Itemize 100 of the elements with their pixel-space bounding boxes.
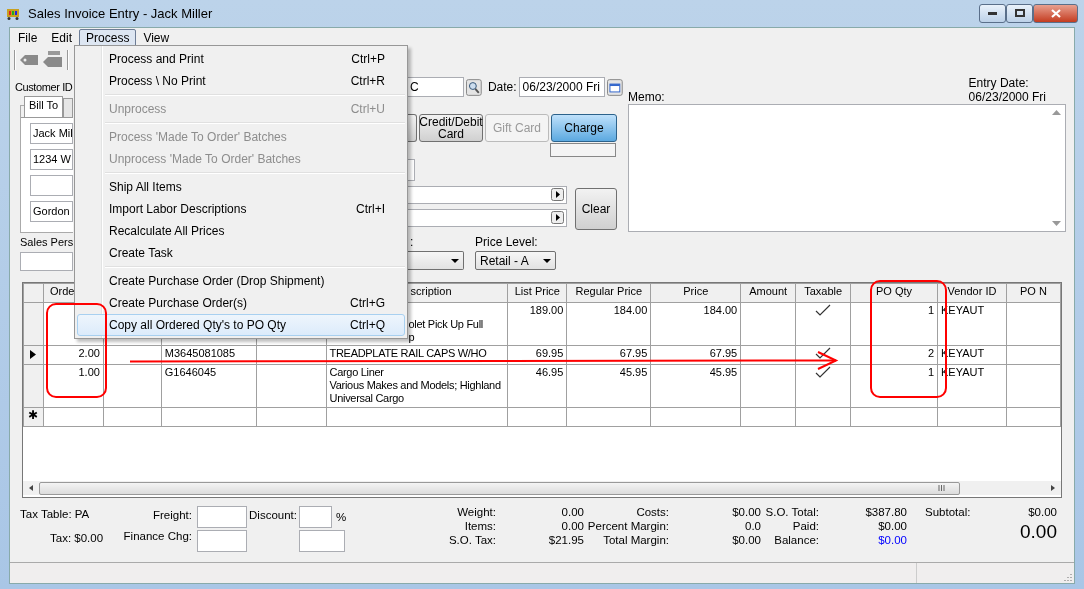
tab[interactable] [63, 98, 74, 117]
total-label: Costs: [636, 506, 669, 518]
entry-date-value: 06/23/2000 Fri [968, 90, 1046, 104]
total-label: Paid: [792, 520, 819, 532]
freight-label: Freight: [153, 509, 192, 521]
total-label: S.O. Tax: [448, 534, 496, 546]
table-cell: 45.95 [709, 366, 738, 378]
memo-label: Memo: [628, 90, 665, 104]
total-value: $387.80 [865, 506, 907, 518]
current-row-icon [30, 349, 37, 359]
column-header[interactable]: scription [410, 285, 452, 297]
table-cell: 45.95 [619, 366, 648, 378]
window-title: Sales Invoice Entry - Jack Miller [28, 5, 213, 21]
finance-charge-label: Finance Chg: [123, 530, 192, 542]
menu-item[interactable]: Create Purchase Order (Drop Shipment) [77, 270, 405, 292]
total-label: Total Margin: [603, 534, 669, 546]
minimize-button[interactable] [979, 3, 1006, 23]
total-label: Weight: [457, 506, 496, 518]
total-value: $21.95 [548, 534, 584, 546]
percent-sign: % [336, 511, 347, 523]
scroll-down-icon[interactable] [1052, 221, 1061, 226]
menu-item[interactable]: Process [79, 28, 137, 47]
total-value: 0.00 [561, 506, 584, 518]
resize-grip-icon[interactable] [1062, 571, 1072, 581]
table-cell: 67.95 [709, 347, 738, 359]
price-level-label: Price Level: [475, 235, 539, 249]
total-value: 0.0 [745, 520, 761, 532]
grand-total: 0.00 [1020, 521, 1057, 543]
table-cell: 189.00 [529, 304, 564, 316]
menu-item[interactable]: Create Purchase Order(s) Ctrl+G [77, 292, 405, 314]
clear-button[interactable]: Clear [575, 188, 617, 230]
subtotal-value: $0.00 [1028, 506, 1057, 518]
app-icon [6, 6, 22, 20]
table-cell: 184.00 [613, 304, 648, 316]
payment-button[interactable]: Charge [551, 114, 617, 142]
discount-amount-field[interactable] [299, 530, 345, 552]
level-tag-icon[interactable] [42, 51, 64, 69]
menu-item[interactable]: File [11, 28, 45, 47]
address-field[interactable]: 1234 W [30, 149, 73, 170]
total-value: $0.00 [878, 520, 907, 532]
column-header[interactable]: Price [683, 285, 709, 297]
tax-label: Tax: $0.00 [50, 532, 104, 544]
table-cell: 67.95 [619, 347, 648, 359]
sales-person-label: Sales Pers [20, 236, 73, 248]
entry-date-label: Entry Date: [968, 76, 1030, 90]
table-cell: 2.00 [78, 347, 100, 359]
total-value: $0.00 [732, 534, 761, 546]
table-cell: 69.95 [535, 347, 564, 359]
discount-field[interactable] [299, 506, 332, 528]
address-field[interactable] [30, 175, 73, 196]
field-label: : [410, 235, 415, 249]
total-value: $0.00 [732, 506, 761, 518]
close-icon [1050, 8, 1061, 18]
menu-item[interactable]: Import Labor Descriptions Ctrl+I [77, 198, 405, 220]
caret-icon [543, 258, 551, 263]
amount-box [550, 143, 616, 157]
finance-charge-field[interactable] [197, 530, 247, 552]
sales-person-field[interactable] [20, 252, 73, 271]
calendar-icon[interactable] [607, 78, 623, 96]
total-label: Items: [464, 520, 496, 532]
maximize-button[interactable] [1006, 3, 1033, 23]
maximize-icon [1014, 9, 1025, 17]
customer-id-label: Customer ID [15, 81, 73, 95]
freight-field[interactable] [197, 506, 247, 528]
minimize-icon [988, 11, 997, 15]
tag-icon[interactable] [19, 53, 39, 67]
grip-icon [938, 485, 945, 491]
table-cell: M3645081085 [164, 347, 236, 359]
menu-item[interactable]: View [136, 28, 177, 47]
search-icon[interactable] [466, 78, 482, 96]
tab[interactable]: Bill To [24, 96, 64, 117]
date-field[interactable]: 06/23/2000 Fri [518, 77, 606, 97]
table-cell: TREADPLATE RAIL CAPS W/HO [329, 347, 487, 359]
menu-item[interactable]: Copy all Ordered Qty's to PO Qty Ctrl+Q [77, 314, 405, 336]
total-value: $0.00 [878, 534, 907, 546]
menu-item[interactable]: Recalculate All Prices [77, 220, 405, 242]
address-field[interactable]: Gordon [30, 201, 73, 222]
subtotal-label: Subtotal: [925, 506, 971, 518]
menu-item[interactable]: Process and Print Ctrl+P [77, 48, 405, 70]
close-button[interactable] [1033, 3, 1078, 23]
total-label: Percent Margin: [587, 520, 669, 532]
table-cell: G1646045 [164, 366, 217, 378]
menu-item[interactable]: Ship All Items [77, 176, 405, 198]
table-cell: 1 [927, 304, 934, 316]
total-value: 0.00 [561, 520, 584, 532]
scroll-up-icon[interactable] [1052, 110, 1061, 115]
table-cell: 1 [927, 366, 934, 378]
memo-field[interactable] [628, 104, 1066, 232]
price-level-dropdown[interactable]: Retail - A [475, 251, 556, 270]
total-label: Balance: [774, 534, 819, 546]
table-cell: 2 [927, 347, 934, 359]
address-field[interactable]: Jack Mil [30, 123, 73, 144]
menu-item[interactable]: Edit [44, 28, 80, 47]
discount-label: Discount: [249, 509, 297, 521]
menu-item[interactable]: Create Task [77, 242, 405, 264]
table-cell: 1.00 [78, 366, 100, 378]
table-cell: Cargo Liner Various Makes and Models; Highland Universal Cargo [329, 366, 501, 404]
table-cell: olet Pick Up Full p [408, 318, 483, 343]
tax-table-label: Tax Table: PA [20, 508, 90, 520]
payment-button[interactable]: Credit/Debit Card [419, 114, 483, 142]
